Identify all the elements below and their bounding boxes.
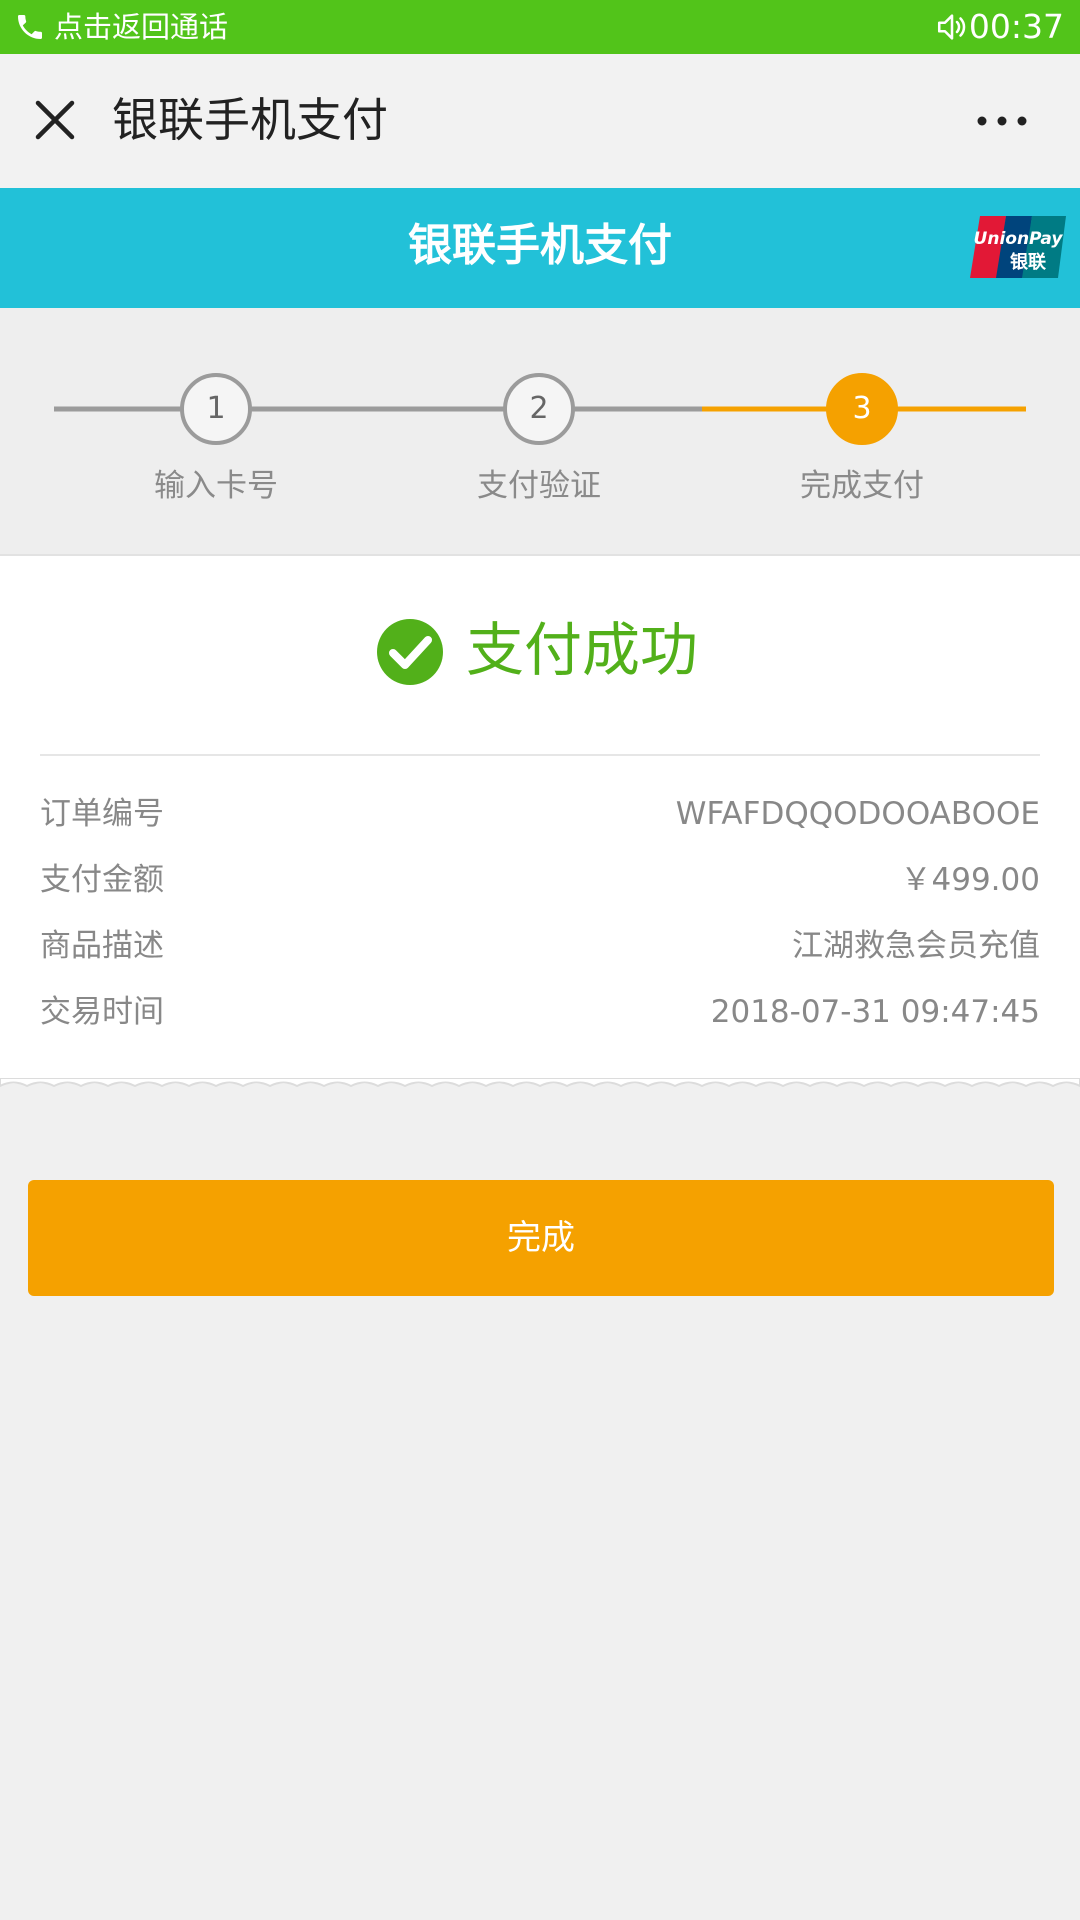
payment-header: 银联手机支付 UnionPay 银联 bbox=[0, 188, 1080, 308]
transaction-time-value: 2018-07-31 09:47:45 bbox=[710, 994, 1040, 1030]
description-value: 江湖救急会员充值 bbox=[792, 928, 1040, 964]
progress-steps: 1 输入卡号 2 支付验证 3 完成支付 bbox=[0, 308, 1080, 556]
phone-icon[interactable] bbox=[14, 10, 46, 44]
more-icon[interactable] bbox=[970, 104, 1034, 138]
done-button[interactable]: 完成 bbox=[28, 1180, 1054, 1296]
nav-title: 银联手机支付 bbox=[112, 93, 388, 147]
detail-row-time: 交易时间 2018-07-31 09:47:45 bbox=[40, 990, 1040, 1034]
receipt-edge bbox=[0, 1078, 1080, 1088]
amount-label: 支付金额 bbox=[40, 862, 164, 898]
divider bbox=[40, 754, 1040, 756]
success-check-icon bbox=[377, 619, 443, 685]
transaction-time-label: 交易时间 bbox=[40, 994, 164, 1030]
amount-value: ￥499.00 bbox=[900, 862, 1040, 898]
logo-text-cn: 银联 bbox=[1010, 251, 1046, 273]
payment-success-text: 支付成功 bbox=[466, 616, 699, 684]
payment-result-card: 支付成功 订单编号 WFAFDQQODOOABOOE 支付金额 ￥499.00 … bbox=[0, 556, 1080, 1084]
order-number-value: WFAFDQQODOOABOOE bbox=[675, 796, 1040, 832]
detail-row-amount: 支付金额 ￥499.00 bbox=[40, 858, 1040, 902]
status-bar: 点击返回通话 00:37 bbox=[0, 0, 1080, 54]
speaker-icon bbox=[937, 14, 966, 40]
return-to-call-label[interactable]: 点击返回通话 bbox=[54, 10, 228, 44]
unionpay-logo: UnionPay 银联 bbox=[970, 216, 1066, 278]
header-title: 银联手机支付 bbox=[408, 220, 672, 271]
step-1-circle: 1 bbox=[180, 373, 252, 445]
close-icon[interactable] bbox=[30, 95, 80, 145]
step-2-label: 支付验证 bbox=[477, 468, 601, 504]
status-time: 00:37 bbox=[968, 7, 1064, 46]
logo-text-en: UnionPay bbox=[974, 229, 1064, 249]
detail-row-description: 商品描述 江湖救急会员充值 bbox=[40, 924, 1040, 968]
description-label: 商品描述 bbox=[40, 928, 164, 964]
step-2-circle: 2 bbox=[503, 373, 575, 445]
step-3-circle: 3 bbox=[826, 373, 898, 445]
order-number-label: 订单编号 bbox=[40, 796, 164, 832]
detail-row-order-number: 订单编号 WFAFDQQODOOABOOE bbox=[40, 792, 1040, 836]
step-3-label: 完成支付 bbox=[800, 468, 924, 504]
nav-bar: 银联手机支付 bbox=[0, 54, 1080, 188]
step-1-label: 输入卡号 bbox=[154, 468, 278, 504]
